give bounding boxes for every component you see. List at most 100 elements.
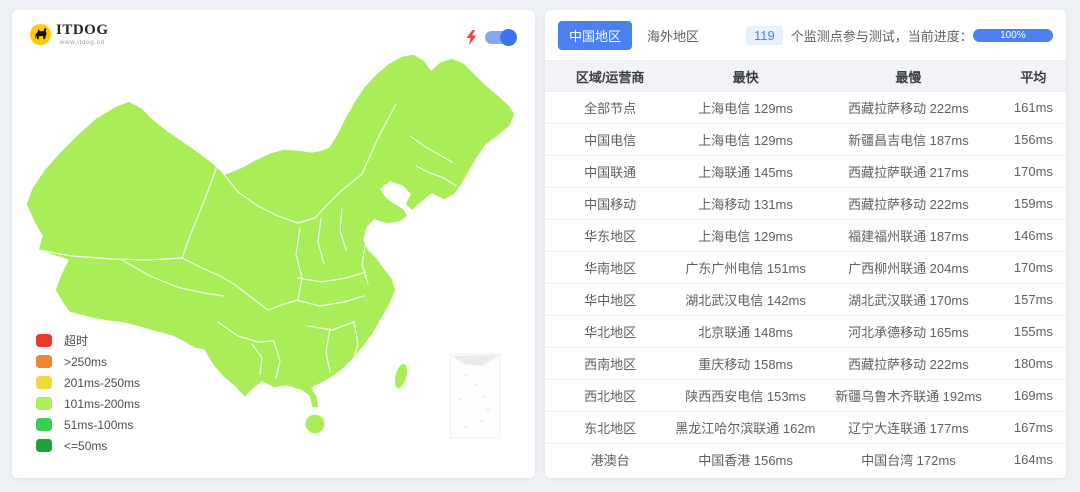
lightning-icon (466, 30, 477, 45)
average-cell: 164ms (1000, 443, 1066, 476)
slowest-cell: 中国台湾 172ms (815, 443, 1001, 476)
slowest-cell: 西藏拉萨联通 217ms (815, 155, 1001, 188)
fastest-cell: 上海联通 145ms (675, 155, 816, 188)
fastest-cell: 陕西西安电信 153ms (675, 379, 816, 412)
average-cell: 170ms (1000, 251, 1066, 284)
legend-item: <=50ms (36, 435, 140, 456)
legend-color-swatch (36, 355, 52, 368)
fastest-cell: 上海电信 129ms (675, 123, 816, 156)
average-cell: 170ms (1000, 155, 1066, 188)
results-panel: 中国地区 海外地区 119 个监测点参与测试，当前进度： 100% 区域/运营商… (545, 10, 1066, 478)
legend-color-swatch (36, 397, 52, 410)
region-cell: 中国电信 (545, 123, 676, 156)
legend-label: 201ms-250ms (64, 375, 141, 390)
region-cell: 华东地区 (545, 219, 676, 252)
legend-item: >250ms (36, 351, 140, 372)
average-cell: 159ms (1000, 187, 1066, 220)
results-topbar: 中国地区 海外地区 119 个监测点参与测试，当前进度： 100% (545, 10, 1066, 60)
average-cell: 157ms (1000, 283, 1066, 316)
legend-item: 51ms-100ms (36, 414, 140, 435)
table-row: 港澳台 中国香港 156ms 中国台湾 172ms 164ms (545, 443, 1066, 476)
slowest-cell: 广西柳州联通 204ms (815, 251, 1001, 284)
fastest-cell: 湖北武汉电信 142ms (675, 283, 816, 316)
fastest-cell: 黑龙江哈尔滨联通 162ms (675, 411, 816, 444)
progress-caption: 个监测点参与测试，当前进度： (790, 29, 973, 44)
table-row: 中国联通 上海联通 145ms 西藏拉萨联通 217ms 170ms (545, 155, 1066, 188)
table-row: 华中地区 湖北武汉电信 142ms 湖北武汉联通 170ms 157ms (545, 283, 1066, 316)
legend-color-swatch (36, 376, 52, 389)
average-cell: 161ms (1000, 91, 1066, 124)
legend-item: 201ms-250ms (36, 372, 140, 393)
slowest-cell: 辽宁大连联通 177ms (815, 411, 1001, 444)
region-cell: 华中地区 (545, 283, 676, 316)
map-panel: ITDOG www.itdog.cn 超时 >250ms 201ms-250ms… (12, 10, 535, 478)
tab-overseas-region[interactable]: 海外地区 (647, 21, 699, 50)
hainan-island-region (304, 413, 326, 435)
brand-name: ITDOG (56, 22, 109, 38)
progress-bar: 100% (972, 29, 1053, 42)
column-header-fastest: 最快 (675, 60, 816, 92)
fastest-cell: 上海电信 129ms (675, 219, 816, 252)
itdog-logo[interactable]: ITDOG www.itdog.cn (29, 23, 109, 47)
average-cell: 180ms (1000, 347, 1066, 380)
brand-domain: www.itdog.cn (59, 39, 105, 46)
column-header-slowest: 最慢 (815, 60, 1001, 92)
table-row: 西南地区 重庆移动 158ms 西藏拉萨移动 222ms 180ms (545, 347, 1066, 380)
table-row: 东北地区 黑龙江哈尔滨联通 162ms 辽宁大连联通 177ms 167ms (545, 411, 1066, 444)
slowest-cell: 西藏拉萨移动 222ms (815, 347, 1001, 380)
table-row: 全部节点 上海电信 129ms 西藏拉萨移动 222ms 161ms (545, 91, 1066, 124)
map-legend: 超时 >250ms 201ms-250ms 101ms-200ms 51ms-100ms… (36, 330, 140, 456)
fastest-cell: 北京联通 148ms (675, 315, 816, 348)
legend-color-swatch (36, 418, 52, 431)
table-row: 西北地区 陕西西安电信 153ms 新疆乌鲁木齐联通 192ms 169ms (545, 379, 1066, 412)
legend-label: 101ms-200ms (64, 396, 141, 411)
fastest-cell: 上海移动 131ms (675, 187, 816, 220)
average-cell: 156ms (1000, 123, 1066, 156)
region-cell: 西南地区 (545, 347, 676, 380)
table-row: 中国电信 上海电信 129ms 新疆昌吉电信 187ms 156ms (545, 123, 1066, 156)
fastest-cell: 中国香港 156ms (675, 443, 816, 476)
column-header-region: 区域/运营商 (545, 60, 676, 92)
slowest-cell: 河北承德移动 165ms (815, 315, 1001, 348)
region-cell: 华北地区 (545, 315, 676, 348)
average-cell: 155ms (1000, 315, 1066, 348)
average-cell: 169ms (1000, 379, 1066, 412)
results-table: 区域/运营商 最快 最慢 平均 全部节点 上海电信 129ms 西藏拉萨移动 222… (545, 60, 1066, 476)
legend-item: 超时 (36, 330, 140, 351)
region-cell: 港澳台 (545, 443, 676, 476)
legend-color-swatch (36, 334, 52, 347)
progress-value: 100% (1000, 29, 1026, 41)
region-cell: 中国移动 (545, 187, 676, 220)
average-cell: 146ms (1000, 219, 1066, 252)
slowest-cell: 西藏拉萨移动 222ms (815, 187, 1001, 220)
average-cell: 167ms (1000, 411, 1066, 444)
legend-label: 超时 (64, 334, 89, 348)
results-table-header: 区域/运营商 最快 最慢 平均 (545, 60, 1066, 92)
results-table-body: 全部节点 上海电信 129ms 西藏拉萨移动 222ms 161ms 中国电信 上海电信 … (545, 91, 1066, 476)
dog-icon (29, 24, 52, 46)
toggle-knob (500, 29, 517, 46)
south-china-sea-inset (449, 353, 501, 439)
slowest-cell: 西藏拉萨移动 222ms (815, 91, 1001, 124)
legend-label: >250ms (64, 354, 108, 369)
table-row: 华南地区 广东广州电信 151ms 广西柳州联通 204ms 170ms (545, 251, 1066, 284)
fastest-cell: 上海电信 129ms (675, 91, 816, 124)
table-row: 中国移动 上海移动 131ms 西藏拉萨移动 222ms 159ms (545, 187, 1066, 220)
fastest-cell: 重庆移动 158ms (675, 347, 816, 380)
region-cell: 东北地区 (545, 411, 676, 444)
region-cell: 全部节点 (545, 91, 676, 124)
slowest-cell: 新疆乌鲁木齐联通 192ms (815, 379, 1001, 412)
slowest-cell: 湖北武汉联通 170ms (815, 283, 1001, 316)
tab-china-region[interactable]: 中国地区 (558, 21, 633, 50)
legend-label: <=50ms (64, 438, 108, 453)
legend-label: 51ms-100ms (64, 417, 134, 432)
legend-item: 101ms-200ms (36, 393, 140, 414)
map-mode-toggle[interactable] (485, 29, 517, 46)
table-row: 华东地区 上海电信 129ms 福建福州联通 187ms 146ms (545, 219, 1066, 252)
fastest-cell: 广东广州电信 151ms (675, 251, 816, 284)
region-cell: 华南地区 (545, 251, 676, 284)
slowest-cell: 新疆昌吉电信 187ms (815, 123, 1001, 156)
region-cell: 中国联通 (545, 155, 676, 188)
region-cell: 西北地区 (545, 379, 676, 412)
taiwan-island-region (393, 362, 409, 390)
